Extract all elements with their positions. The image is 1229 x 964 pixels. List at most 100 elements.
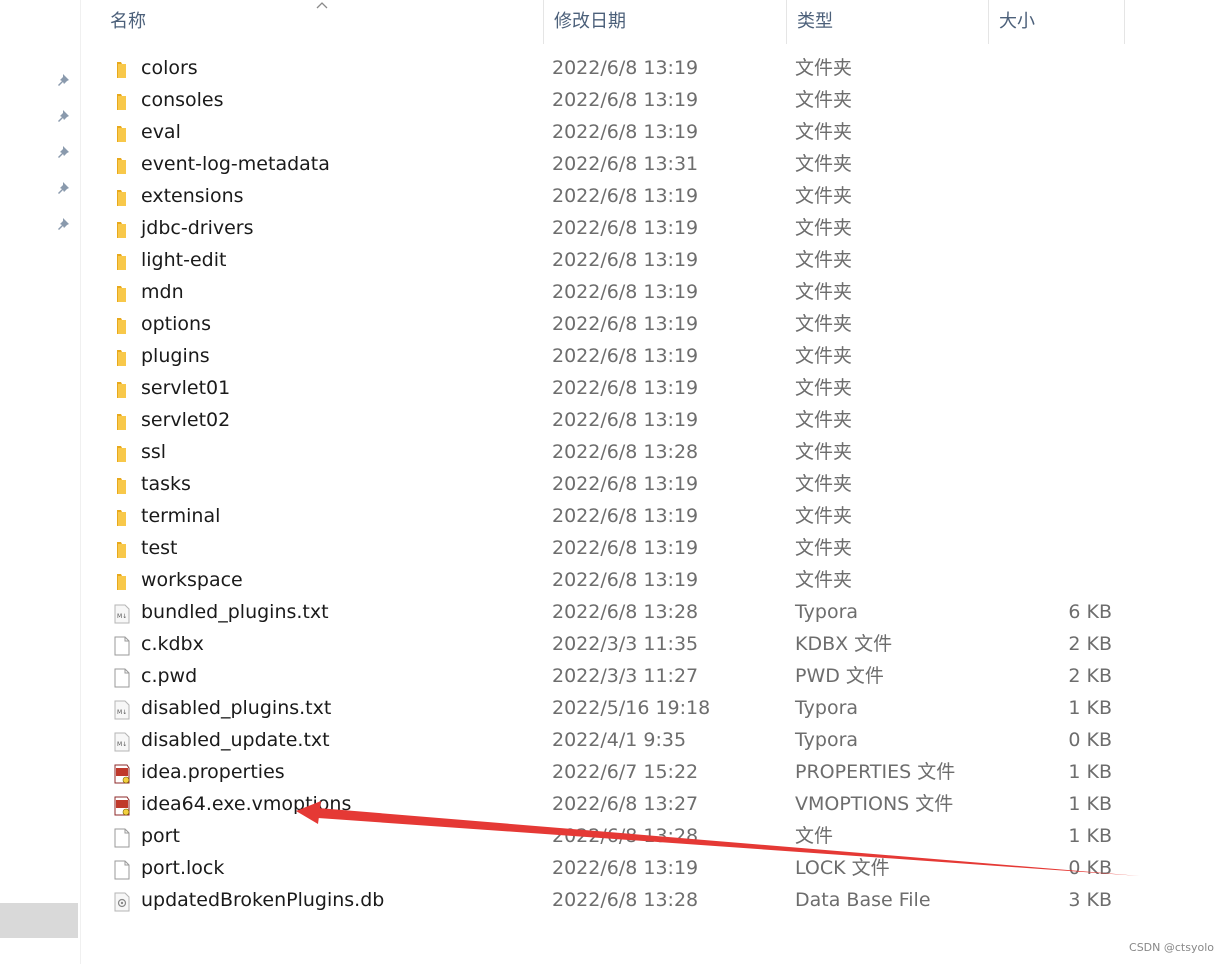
file-type: KDBX 文件: [795, 633, 893, 655]
blank-file-icon: [112, 826, 132, 848]
folder-icon: [112, 410, 132, 430]
file-row[interactable]: M↓ disabled_plugins.txt 2022/5/16 19:18 Typ…: [82, 692, 1229, 724]
file-type: VMOPTIONS 文件: [795, 793, 954, 815]
file-name: disabled_update.txt: [141, 729, 330, 751]
file-modified-date: 2022/6/8 13:19: [552, 57, 699, 79]
file-row[interactable]: port.lock 2022/6/8 13:19 LOCK 文件 0 KB: [82, 852, 1229, 884]
file-row[interactable]: M↓ disabled_update.txt 2022/4/1 9:35 Typora…: [82, 724, 1229, 756]
svg-text:M↓: M↓: [117, 741, 127, 748]
file-row[interactable]: light-edit 2022/6/8 13:19 文件夹: [82, 244, 1229, 276]
file-row[interactable]: mdn 2022/6/8 13:19 文件夹: [82, 276, 1229, 308]
file-name: consoles: [141, 89, 224, 111]
file-modified-date: 2022/6/8 13:19: [552, 537, 699, 559]
file-row[interactable]: terminal 2022/6/8 13:19 文件夹: [82, 500, 1229, 532]
file-modified-date: 2022/5/16 19:18: [552, 697, 711, 719]
folder-icon: [112, 442, 132, 462]
file-size: 1 KB: [1068, 697, 1112, 719]
file-modified-date: 2022/6/8 13:19: [552, 505, 699, 527]
file-type: LOCK 文件: [795, 857, 890, 879]
file-name: options: [141, 313, 211, 335]
svg-text:M↓: M↓: [117, 613, 127, 620]
file-type: 文件夹: [795, 409, 853, 431]
folder-icon: [112, 122, 132, 142]
file-name: servlet02: [141, 409, 231, 431]
file-row[interactable]: eval 2022/6/8 13:19 文件夹: [82, 116, 1229, 148]
file-row[interactable]: ssl 2022/6/8 13:28 文件夹: [82, 436, 1229, 468]
blank-file-icon: [112, 634, 132, 656]
file-row[interactable]: tasks 2022/6/8 13:19 文件夹: [82, 468, 1229, 500]
folder-icon: [112, 346, 132, 366]
file-modified-date: 2022/3/3 11:35: [552, 633, 699, 655]
folder-icon: [112, 378, 132, 398]
file-type: 文件夹: [795, 185, 853, 207]
file-modified-date: 2022/6/8 13:28: [552, 601, 699, 623]
file-row[interactable]: c.kdbx 2022/3/3 11:35 KDBX 文件 2 KB: [82, 628, 1229, 660]
file-type: 文件夹: [795, 441, 853, 463]
file-row[interactable]: idea.properties 2022/6/7 15:22 PROPERTIES …: [82, 756, 1229, 788]
file-type: 文件夹: [795, 217, 853, 239]
file-size: 3 KB: [1068, 889, 1112, 911]
file-modified-date: 2022/3/3 11:27: [552, 665, 699, 687]
file-type: 文件夹: [795, 313, 853, 335]
pin-icon[interactable]: [56, 71, 74, 89]
file-modified-date: 2022/6/8 13:19: [552, 217, 699, 239]
pin-icon[interactable]: [56, 107, 74, 125]
file-row[interactable]: test 2022/6/8 13:19 文件夹: [82, 532, 1229, 564]
file-row[interactable]: colors 2022/6/8 13:19 文件夹: [82, 52, 1229, 84]
file-type: 文件夹: [795, 249, 853, 271]
column-header-modified[interactable]: 修改日期: [544, 0, 787, 44]
folder-icon: [112, 186, 132, 206]
file-row[interactable]: servlet02 2022/6/8 13:19 文件夹: [82, 404, 1229, 436]
column-header-size[interactable]: 大小: [989, 0, 1125, 44]
column-header-name[interactable]: 名称: [82, 0, 544, 44]
column-header-bar: 名称 修改日期 类型 大小: [82, 0, 1229, 44]
file-size: 2 KB: [1068, 633, 1112, 655]
file-name: plugins: [141, 345, 210, 367]
file-name: extensions: [141, 185, 244, 207]
file-row[interactable]: jdbc-drivers 2022/6/8 13:19 文件夹: [82, 212, 1229, 244]
folder-icon: [112, 58, 132, 78]
file-name: port: [141, 825, 180, 847]
file-type: 文件夹: [795, 505, 853, 527]
file-name: idea.properties: [141, 761, 285, 783]
file-name: terminal: [141, 505, 221, 527]
blank-file-icon: [112, 666, 132, 688]
file-row[interactable]: servlet01 2022/6/8 13:19 文件夹: [82, 372, 1229, 404]
file-modified-date: 2022/6/8 13:27: [552, 793, 699, 815]
file-name: ssl: [141, 441, 167, 463]
file-name: bundled_plugins.txt: [141, 601, 329, 623]
file-type: Typora: [795, 729, 859, 751]
file-type: 文件夹: [795, 89, 853, 111]
pin-icon[interactable]: [56, 215, 74, 233]
file-row[interactable]: plugins 2022/6/8 13:19 文件夹: [82, 340, 1229, 372]
file-name: mdn: [141, 281, 184, 303]
folder-icon: [112, 506, 132, 526]
file-type: 文件夹: [795, 121, 853, 143]
file-row[interactable]: port 2022/6/8 13:28 文件 1 KB: [82, 820, 1229, 852]
file-size: 1 KB: [1068, 761, 1112, 783]
file-name: disabled_plugins.txt: [141, 697, 332, 719]
file-row[interactable]: options 2022/6/8 13:19 文件夹: [82, 308, 1229, 340]
file-size: 1 KB: [1068, 825, 1112, 847]
file-row[interactable]: workspace 2022/6/8 13:19 文件夹: [82, 564, 1229, 596]
pin-icon[interactable]: [56, 143, 74, 161]
folder-icon: [112, 154, 132, 174]
file-row[interactable]: updatedBrokenPlugins.db 2022/6/8 13:28 Dat…: [82, 884, 1229, 916]
pin-icon[interactable]: [56, 179, 74, 197]
watermark: CSDN @ctsyolo: [1129, 941, 1214, 954]
file-type: Typora: [795, 601, 859, 623]
file-row[interactable]: c.pwd 2022/3/3 11:27 PWD 文件 2 KB: [82, 660, 1229, 692]
file-type: 文件夹: [795, 569, 853, 591]
file-row[interactable]: event-log-metadata 2022/6/8 13:31 文件夹: [82, 148, 1229, 180]
column-header-type[interactable]: 类型: [787, 0, 989, 44]
nav-selected-item[interactable]: [0, 903, 78, 938]
file-modified-date: 2022/6/8 13:19: [552, 473, 699, 495]
file-list: colors 2022/6/8 13:19 文件夹 consoles 2022/6/8 …: [82, 52, 1229, 916]
file-row[interactable]: consoles 2022/6/8 13:19 文件夹: [82, 84, 1229, 116]
file-type: 文件夹: [795, 377, 853, 399]
file-type: 文件夹: [795, 281, 853, 303]
file-row[interactable]: extensions 2022/6/8 13:19 文件夹: [82, 180, 1229, 212]
file-row[interactable]: idea64.exe.vmoptions 2022/6/8 13:27 VMOPTI…: [82, 788, 1229, 820]
file-size: 0 KB: [1068, 857, 1112, 879]
file-row[interactable]: M↓ bundled_plugins.txt 2022/6/8 13:28 Typor…: [82, 596, 1229, 628]
